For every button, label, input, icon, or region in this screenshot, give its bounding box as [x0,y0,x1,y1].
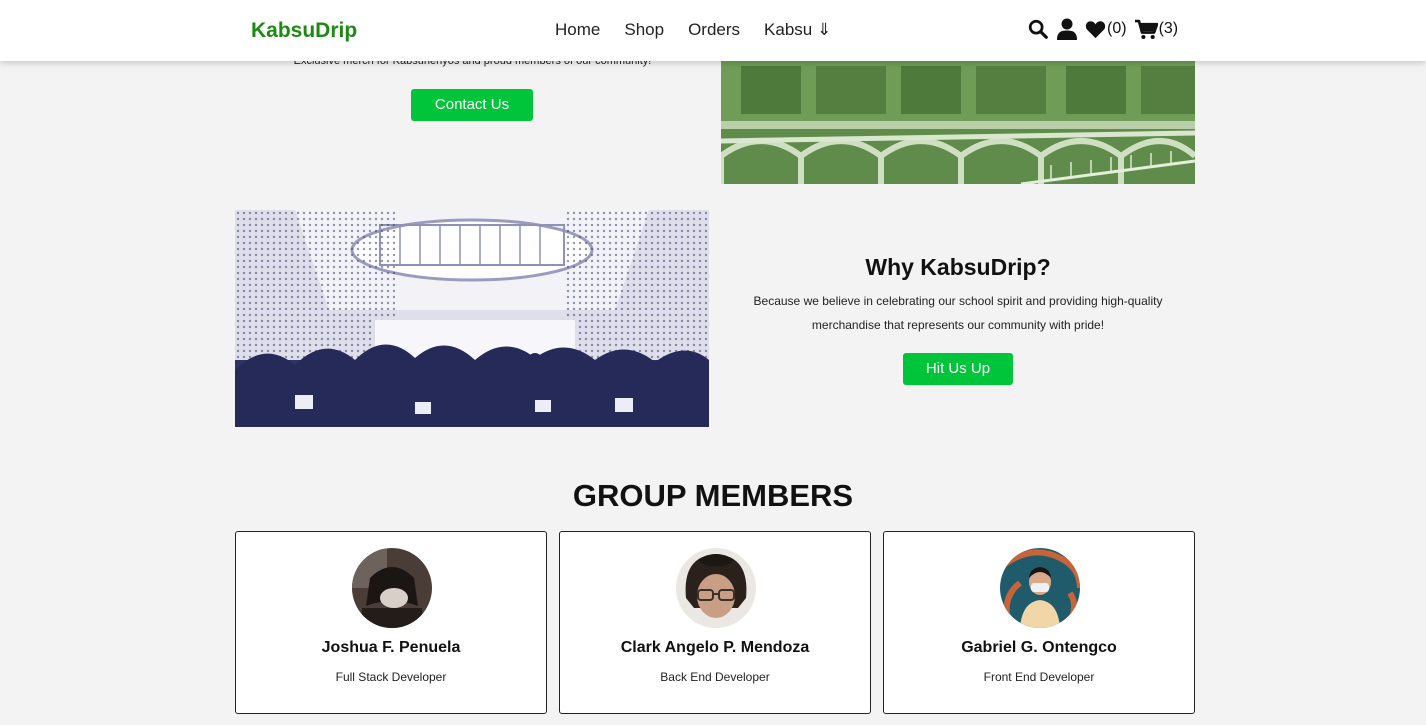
member-avatar [352,548,432,628]
search-icon[interactable] [1027,18,1049,40]
member-avatar [676,548,756,628]
member-role: Full Stack Developer [335,670,447,684]
nav-icons: (0) (3) [1027,18,1178,40]
nav-orders[interactable]: Orders [688,20,740,40]
navbar: KabsuDrip Home Shop Orders Kabsu ⇓ (0) (… [0,0,1426,61]
hit-us-up-button[interactable]: Hit Us Up [903,353,1013,385]
member-card: Clark Angelo P. Mendoza Back End Develop… [559,531,871,714]
cart-count: (3) [1158,20,1179,37]
nav-shop[interactable]: Shop [624,20,664,40]
why-description: Because we believe in celebrating our sc… [753,294,1163,332]
wishlist-count: (0) [1107,20,1127,37]
heart-icon [1085,20,1106,39]
brand-logo[interactable]: KabsuDrip [251,19,357,43]
member-card: Joshua F. Penuela Full Stack Developer [235,531,547,714]
why-title: Why KabsuDrip? [865,254,1051,280]
nav-links: Home Shop Orders Kabsu ⇓ [555,20,831,40]
campus-hallway-image [235,210,709,427]
wishlist-link[interactable]: (0) [1085,20,1127,39]
member-role: Back End Developer [660,670,770,684]
member-role: Front End Developer [983,670,1095,684]
user-icon[interactable] [1057,18,1077,40]
member-name: Joshua F. Penuela [321,639,461,656]
member-name: Gabriel G. Ontengco [961,639,1117,656]
nav-kabsu-dropdown[interactable]: Kabsu ⇓ [764,20,831,40]
cart-link[interactable]: (3) [1134,19,1179,40]
campus-building-image [721,61,1195,184]
member-card: Gabriel G. Ontengco Front End Developer [883,531,1195,714]
nav-home[interactable]: Home [555,20,600,40]
member-name: Clark Angelo P. Mendoza [620,639,810,656]
contact-us-button[interactable]: Contact Us [411,89,533,121]
member-avatar [1000,548,1080,628]
cart-icon [1134,19,1158,40]
group-members-title: GROUP MEMBERS [572,478,854,513]
